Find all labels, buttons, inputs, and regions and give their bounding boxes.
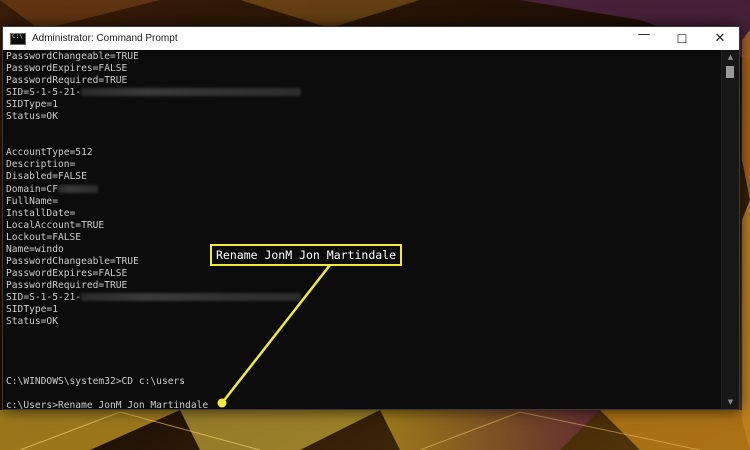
- console-line-text: Name=windo: [6, 243, 64, 255]
- console-line: AccountType=512: [6, 147, 723, 159]
- console-line: c:\Users>Rename JonM Jon Martindale: [6, 400, 723, 409]
- console-line: PasswordExpires=FALSE: [6, 63, 723, 75]
- console-line-text: FullName=: [6, 195, 58, 207]
- console-line-text: Description=: [6, 159, 76, 171]
- minimize-icon: —: [637, 27, 651, 42]
- console-line-text: C:\WINDOWS\system32>CD c:\users: [6, 376, 186, 388]
- scroll-down-arrow-icon[interactable]: ▼: [722, 395, 739, 409]
- console-line-text: c:\Users>Rename JonM Jon Martindale: [6, 400, 209, 409]
- console-line: Status=OK: [6, 316, 723, 328]
- console-line: FullName=: [6, 196, 723, 208]
- console-output[interactable]: PasswordChangeable=TRUE PasswordExpires=F…: [3, 50, 723, 409]
- console-line: SID=S-1-5-21-: [6, 87, 723, 99]
- console-line-text: SID=S-1-5-21-: [6, 87, 82, 99]
- vertical-scrollbar[interactable]: ▲ ▼: [721, 50, 739, 409]
- console-line-text: Status=OK: [6, 111, 58, 123]
- console-line: Status=OK: [6, 111, 723, 123]
- console-line: LocalAccount=TRUE: [6, 220, 723, 232]
- redacted-text: [81, 88, 302, 97]
- minimize-button[interactable]: —: [625, 23, 663, 46]
- title-bar[interactable]: Administrator: Command Prompt — ☐ ✕: [3, 27, 739, 50]
- console-line: Description=: [6, 159, 723, 171]
- console-line-text: AccountType=512: [6, 147, 93, 159]
- console-line: SIDType=1: [6, 99, 723, 111]
- command-prompt-window[interactable]: Administrator: Command Prompt — ☐ ✕ Pass…: [2, 26, 740, 410]
- console-line: Disabled=FALSE: [6, 171, 723, 183]
- maximize-icon: ☐: [676, 31, 688, 46]
- console-line-text: Status=OK: [6, 316, 58, 328]
- console-line: PasswordExpires=FALSE: [6, 268, 723, 280]
- scroll-up-arrow-icon[interactable]: ▲: [722, 50, 739, 64]
- console-line-text: Lockout=FALSE: [6, 231, 82, 243]
- console-line: SID=S-1-5-21-: [6, 292, 723, 304]
- console-line-text: InstallDate=: [6, 207, 76, 219]
- console-line-text: Domain=CF: [6, 183, 58, 195]
- scrollbar-thumb[interactable]: [726, 66, 734, 78]
- maximize-button[interactable]: ☐: [663, 27, 701, 50]
- console-line: C:\WINDOWS\system32>CD c:\users: [6, 376, 723, 388]
- console-line: PasswordRequired=TRUE: [6, 75, 723, 87]
- console-line-text: PasswordChangeable=TRUE: [6, 51, 139, 62]
- console-line: SIDType=1: [6, 304, 723, 316]
- console-line-text: PasswordExpires=FALSE: [6, 267, 128, 279]
- console-line-text: LocalAccount=TRUE: [6, 219, 105, 231]
- window-controls: — ☐ ✕: [625, 27, 739, 50]
- close-icon: ✕: [714, 31, 726, 46]
- console-line-text: PasswordExpires=FALSE: [6, 63, 128, 75]
- window-title: Administrator: Command Prompt: [32, 33, 178, 44]
- console-line-text: SIDType=1: [6, 99, 58, 111]
- console-line-text: SID=S-1-5-21-: [6, 291, 82, 303]
- console-line-text: PasswordChangeable=TRUE: [6, 255, 139, 267]
- console-line-text: PasswordRequired=TRUE: [6, 279, 128, 291]
- console-line: InstallDate=: [6, 208, 723, 220]
- close-button[interactable]: ✕: [701, 27, 739, 50]
- callout-label: Rename JonM Jon Martindale: [210, 244, 403, 266]
- redacted-text: [57, 184, 98, 193]
- console-line: PasswordChangeable=TRUE: [6, 51, 723, 63]
- console-line: Lockout=FALSE: [6, 232, 723, 244]
- console-line: Domain=CF: [6, 184, 723, 196]
- console-line-text: SIDType=1: [6, 303, 58, 315]
- console-line-text: PasswordRequired=TRUE: [6, 75, 128, 87]
- command-prompt-icon[interactable]: [10, 32, 26, 45]
- redacted-text: [81, 292, 302, 301]
- console-line-text: Disabled=FALSE: [6, 171, 87, 183]
- console-line: PasswordRequired=TRUE: [6, 280, 723, 292]
